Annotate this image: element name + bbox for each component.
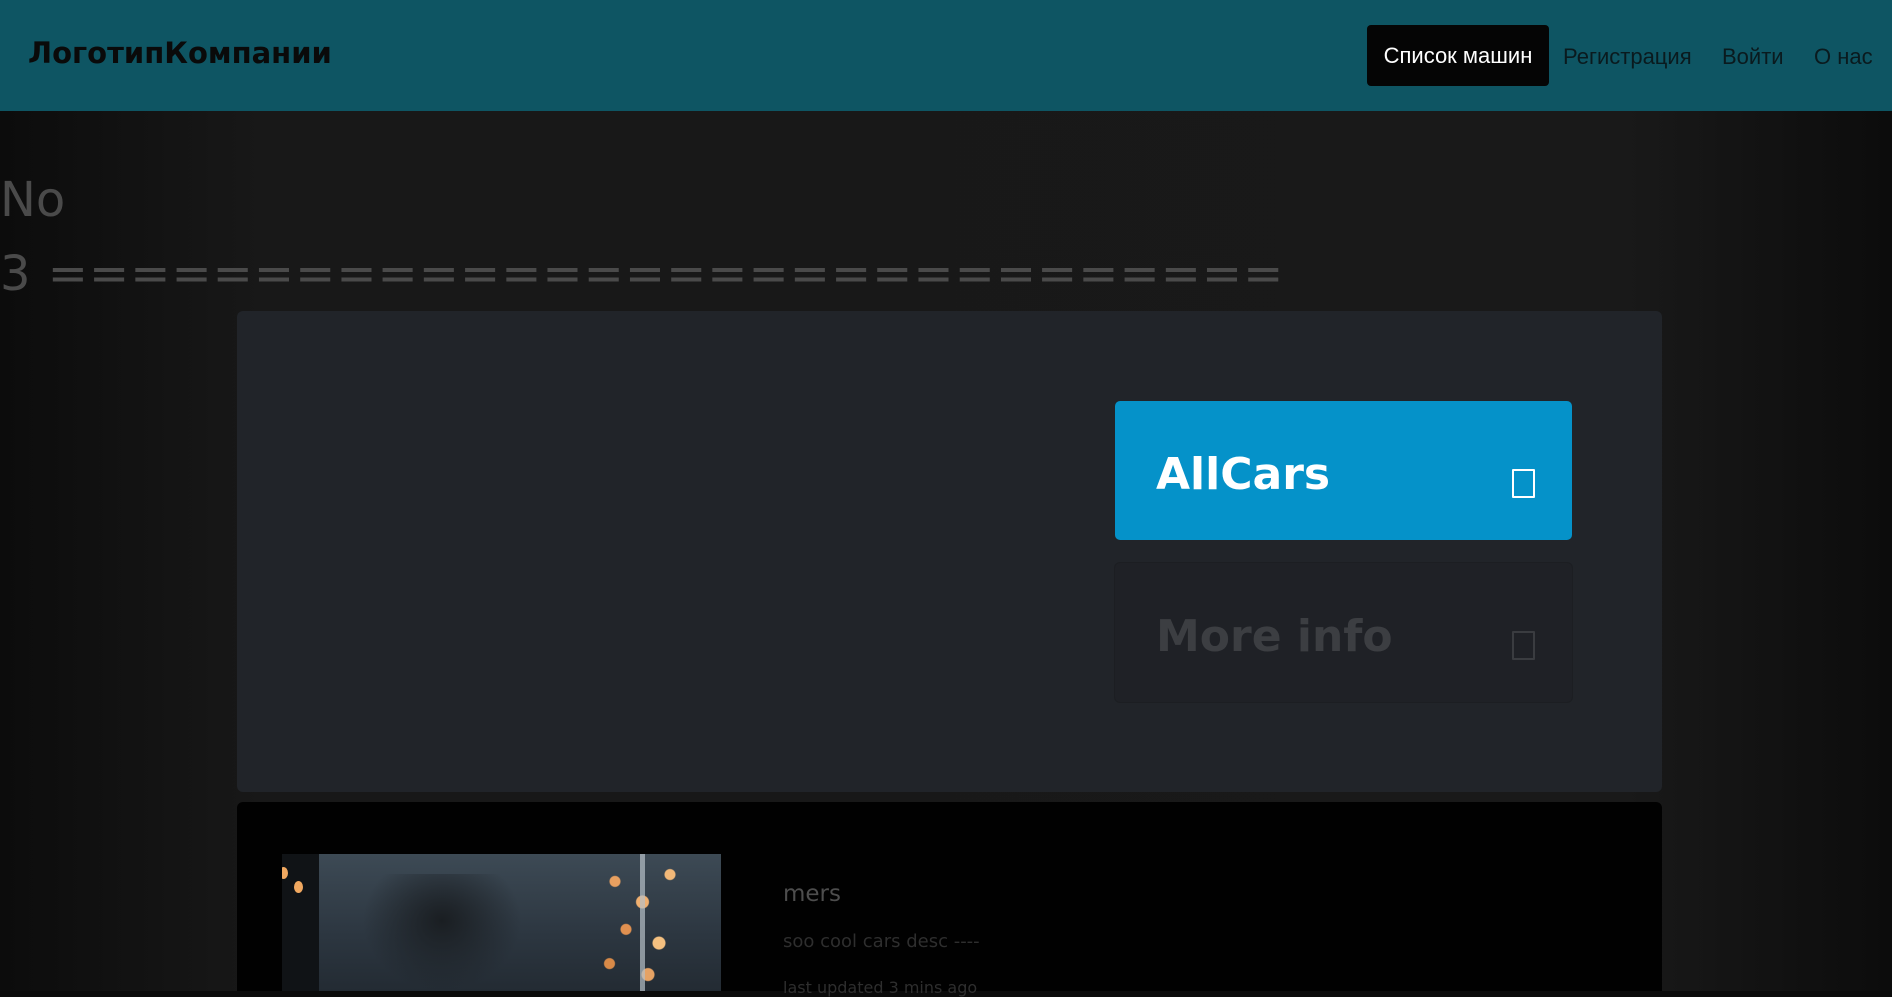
- top-navbar: ЛоготипКомпании Список машин Регистрация…: [0, 0, 1892, 111]
- car-card[interactable]: mers soo cool cars desc ---- last update…: [237, 802, 1662, 997]
- car-card-title: mers: [783, 881, 841, 907]
- square-icon: [1512, 469, 1535, 498]
- brand-logo[interactable]: ЛоготипКомпании: [28, 36, 332, 70]
- allcars-tile[interactable]: AllCars: [1115, 401, 1572, 540]
- nav-link-cars-list[interactable]: Список машин: [1367, 25, 1549, 86]
- nav-link-about[interactable]: О нас: [1814, 44, 1873, 70]
- more-info-tile-label: More info: [1156, 611, 1393, 662]
- square-icon: [1512, 631, 1535, 660]
- car-card-updated: last updated 3 mins ago: [783, 978, 978, 997]
- tiles-panel: [237, 311, 1662, 792]
- page-heading-rule: 3 ==============================: [0, 246, 1285, 302]
- car-card-description: soo cool cars desc ----: [783, 931, 980, 952]
- car-image: [282, 854, 721, 991]
- more-info-tile[interactable]: More info: [1115, 563, 1572, 702]
- nav-link-login[interactable]: Войти: [1722, 44, 1784, 70]
- allcars-tile-label: AllCars: [1156, 449, 1331, 500]
- nav-link-registration[interactable]: Регистрация: [1563, 44, 1692, 70]
- page-heading: No: [0, 172, 66, 228]
